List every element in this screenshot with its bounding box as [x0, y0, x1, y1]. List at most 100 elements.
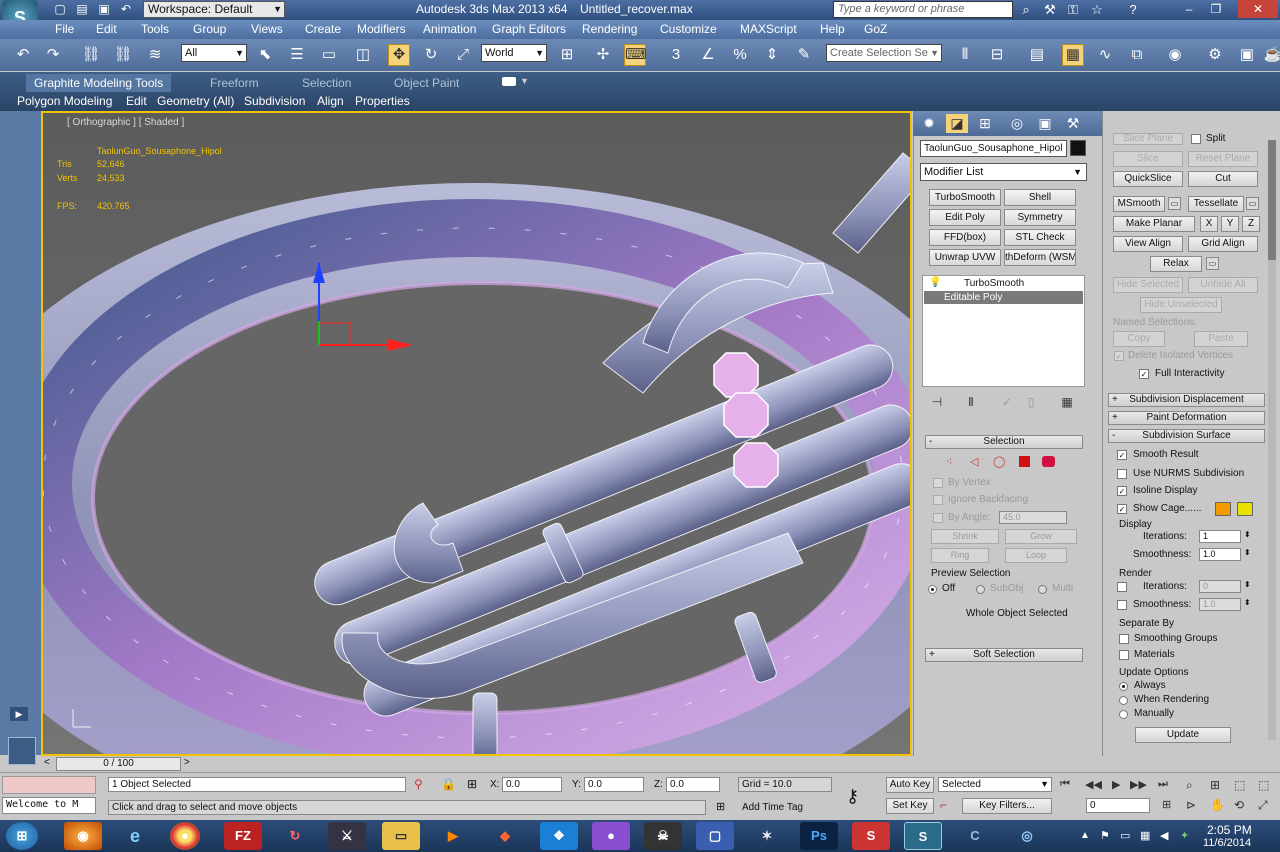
symmetry-button[interactable]: Symmetry [1004, 209, 1076, 226]
3ds-max-taskbar-icon[interactable]: S [904, 822, 942, 850]
turbosmooth-button[interactable]: TurboSmooth [929, 189, 1001, 206]
z-coord-field[interactable]: 0.0 [666, 777, 720, 792]
field-of-view-icon[interactable]: ⊳ [1186, 798, 1196, 812]
panel-subdivision[interactable]: Subdivision [244, 94, 305, 108]
menu-customize[interactable]: Customize [660, 22, 717, 36]
help-icon[interactable]: ? [1124, 2, 1142, 18]
clock-date[interactable]: 11/6/2014 [1203, 837, 1251, 849]
align-icon[interactable]: ⊟ [986, 44, 1008, 66]
media-player-icon[interactable]: ▶ [434, 822, 472, 850]
preview-multi-radio[interactable] [1038, 585, 1047, 594]
shrink-button[interactable]: Shrink [931, 529, 999, 544]
curve-app-icon[interactable]: C [956, 822, 994, 850]
sync-app-icon[interactable]: ↻ [276, 822, 314, 850]
maximize-viewport-icon[interactable]: ⤢ [1258, 798, 1268, 813]
relax-button[interactable]: Relax [1150, 256, 1202, 272]
edit-poly-button[interactable]: Edit Poly [929, 209, 1001, 226]
tab-selection[interactable]: Selection [302, 76, 351, 90]
display-tab-icon[interactable]: ▣ [1034, 114, 1056, 133]
ffd-box-button[interactable]: FFD(box) [929, 229, 1001, 246]
viewport-label[interactable]: [ Orthographic ] [ Shaded ] [67, 117, 184, 128]
full-interactivity-checkbox[interactable]: ✓ [1139, 369, 1149, 379]
update-manually-radio[interactable] [1119, 710, 1128, 719]
render-iterations-spinner[interactable]: 0 [1199, 580, 1241, 593]
grid-align-button[interactable]: Grid Align [1188, 236, 1258, 252]
cage-color-swatch-1[interactable] [1215, 502, 1231, 516]
window-crossing-icon[interactable]: ◫ [352, 44, 374, 66]
make-planar-button[interactable]: Make Planar [1113, 216, 1195, 232]
smooth-result-checkbox[interactable]: ✓ [1117, 450, 1127, 460]
selection-rollout-header[interactable]: - Selection [925, 435, 1083, 449]
path-deform-button[interactable]: thDeform (WSM [1004, 249, 1076, 266]
msmooth-settings-icon[interactable]: ▭ [1168, 197, 1181, 210]
pivot-center-icon[interactable]: ⊞ [556, 44, 578, 66]
angle-snap-icon[interactable]: ∠ [697, 44, 719, 66]
pin-stack-icon[interactable]: ⊣ [928, 394, 946, 410]
paint-deformation-header[interactable]: + Paint Deformation [1108, 411, 1265, 425]
dropbox-icon[interactable]: ❖ [540, 822, 578, 850]
key-mode-dropdown[interactable]: Selected ▼ [938, 777, 1052, 792]
subdivision-displacement-header[interactable]: + Subdivision Displacement [1108, 393, 1265, 407]
start-button-icon[interactable]: ⊞ [6, 822, 38, 850]
update-always-radio[interactable] [1119, 682, 1128, 691]
hide-unselected-button[interactable]: Hide Unselected [1140, 297, 1222, 313]
stack-item-editable-poly[interactable]: Editable Poly [924, 291, 1083, 304]
preview-subobj-radio[interactable] [976, 585, 985, 594]
star-icon[interactable]: ☆ [1088, 2, 1106, 18]
unwrap-uvw-button[interactable]: Unwrap UVW [929, 249, 1001, 266]
next-frame-icon[interactable]: ▶▶ [1130, 778, 1147, 791]
flag-icon[interactable]: ⚑ [1100, 829, 1110, 842]
loop-button[interactable]: Loop [1005, 548, 1067, 563]
time-tag-icon[interactable]: ⊞ [716, 800, 725, 813]
minimize-button[interactable]: – [1176, 0, 1202, 18]
render-smoothness-checkbox[interactable] [1117, 600, 1127, 610]
tools-icon[interactable]: ⚒ [1041, 2, 1059, 18]
slice-button[interactable]: Slice [1113, 151, 1183, 167]
shell-button[interactable]: Shell [1004, 189, 1076, 206]
key-filters-button[interactable]: Key Filters... [962, 798, 1052, 814]
clock-time[interactable]: 2:05 PM [1207, 823, 1252, 837]
edit-named-selection-icon[interactable]: ✎ [793, 44, 815, 66]
reference-coordinate-dropdown[interactable]: World ▼ [481, 44, 547, 62]
element-level-icon[interactable] [1042, 456, 1055, 467]
schematic-view-icon[interactable]: ⧉ [1126, 44, 1148, 66]
select-and-scale-icon[interactable]: ⤢ [452, 44, 474, 66]
open-file-icon[interactable]: ▤ [74, 2, 90, 17]
cut-button[interactable]: Cut [1188, 171, 1258, 187]
make-unique-icon[interactable]: ✓ [998, 394, 1016, 410]
auto-key-button[interactable]: Auto Key [886, 777, 934, 793]
game-app-icon[interactable]: ⚔ [328, 822, 366, 850]
save-file-icon[interactable]: ▣ [96, 2, 112, 17]
object-name-field[interactable]: TaolunGuo_Sousaphone_Hipol [920, 140, 1067, 157]
spinner-arrows-icon[interactable]: ⬍ [1244, 580, 1251, 589]
bind-space-warp-icon[interactable]: ≋ [144, 44, 166, 66]
viewport[interactable]: [ Orthographic ] [ Shaded ] TaolunGuo_So… [41, 111, 912, 756]
figure-app-icon[interactable]: ✶ [748, 822, 786, 850]
paste-button[interactable]: Paste [1194, 331, 1248, 347]
chevron-down-icon[interactable]: ▼ [520, 76, 529, 86]
go-to-end-icon[interactable]: ⏭ [1158, 778, 1168, 791]
display-iterations-spinner[interactable]: 1 [1199, 530, 1241, 543]
spinner-arrows-icon[interactable]: ⬍ [1244, 548, 1251, 557]
isolate-selection-icon[interactable]: ⚲ [414, 777, 423, 791]
rectangular-selection-icon[interactable]: ▭ [318, 44, 340, 66]
border-level-icon[interactable]: ◯ [993, 455, 1005, 468]
current-frame-field[interactable]: 0 [1086, 798, 1150, 813]
prev-frame-button[interactable]: < [44, 757, 50, 768]
material-editor-icon[interactable]: ◉ [1164, 44, 1186, 66]
show-end-result-icon[interactable]: Ⅱ [962, 394, 980, 410]
orbit-icon[interactable]: ⟲ [1234, 798, 1244, 812]
select-manipulate-icon[interactable]: ✢ [592, 44, 614, 66]
help-search-input[interactable]: Type a keyword or phrase [833, 1, 1013, 18]
lock-selection-icon[interactable]: 🔒 [441, 777, 456, 791]
object-color-swatch[interactable] [1070, 140, 1086, 156]
layer-manager-icon[interactable]: ▤ [1026, 44, 1048, 66]
by-angle-checkbox[interactable] [933, 513, 943, 523]
tray-expand-icon[interactable]: ▲ [1080, 830, 1090, 841]
maxscript-listener-top[interactable] [2, 776, 96, 794]
spinner-arrows-icon[interactable]: ⬍ [1244, 598, 1251, 607]
menu-tools[interactable]: Tools [141, 22, 169, 36]
time-slider[interactable]: 0 / 100 [56, 757, 181, 771]
unlink-icon[interactable]: ⛓ [112, 44, 134, 66]
stl-check-button[interactable]: STL Check [1004, 229, 1076, 246]
